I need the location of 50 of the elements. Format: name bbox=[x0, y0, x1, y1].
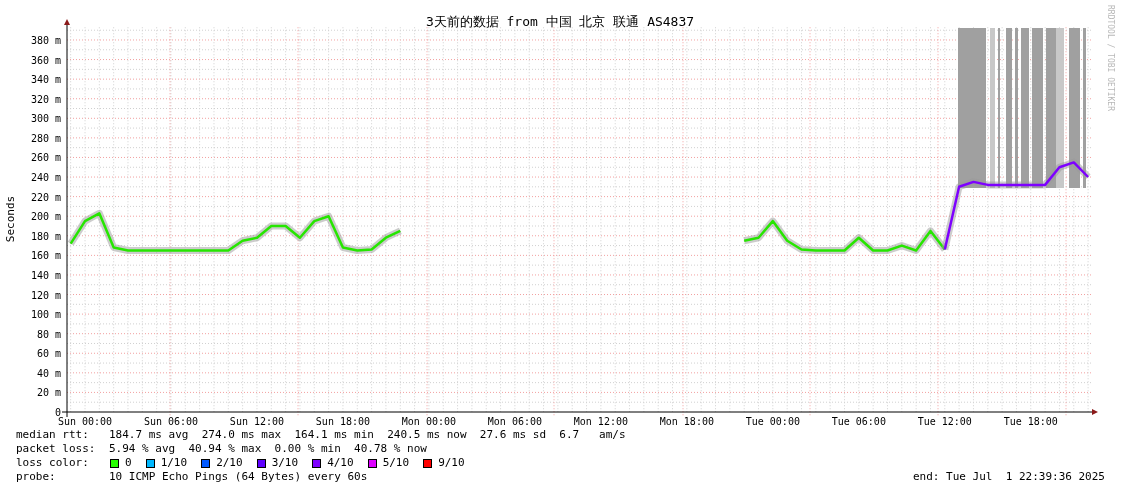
y-tick-label: 340 m bbox=[30, 74, 61, 86]
y-tick-label: 300 m bbox=[30, 113, 61, 125]
y-tick-label: 260 m bbox=[30, 152, 61, 164]
x-tick-label: Tue 00:00 bbox=[745, 416, 800, 427]
legend-label: packet loss: bbox=[16, 442, 97, 456]
x-tick-label: Sun 06:00 bbox=[143, 416, 199, 427]
x-tick-label: Tue 06:00 bbox=[831, 416, 886, 427]
y-tick-label: 120 m bbox=[30, 289, 61, 301]
y-tick-label: 80 m bbox=[36, 328, 61, 340]
legend-label: loss color: bbox=[16, 456, 90, 470]
y-tick-label: 20 m bbox=[36, 387, 61, 399]
legend-value: 5.94 % avg 40.94 % max 0.00 % min 40.78 % now bbox=[109, 442, 427, 456]
legend-item-label: 0 bbox=[125, 456, 132, 470]
y-tick-label: 140 m bbox=[30, 269, 61, 281]
y-tick-label: 0 bbox=[54, 407, 61, 418]
x-tick-label: Mon 12:00 bbox=[573, 416, 628, 427]
end-time-text: end: Tue Jul 1 22:39:36 2025 bbox=[912, 470, 1105, 484]
legend-label: probe: bbox=[16, 470, 57, 484]
y-tick-label: 220 m bbox=[30, 191, 61, 203]
x-tick-label: Sun 18:00 bbox=[315, 416, 371, 427]
legend-item-label: 4/10 bbox=[327, 456, 354, 470]
y-tick-label: 160 m bbox=[30, 250, 61, 262]
legend-item-label: 9/10 bbox=[438, 456, 465, 470]
axis-title: Seconds bbox=[4, 195, 17, 243]
x-tick-label: Sun 12:00 bbox=[229, 416, 285, 427]
y-tick-label: 200 m bbox=[30, 211, 61, 223]
y-tick-label: 380 m bbox=[30, 35, 61, 46]
x-tick-label: Tue 12:00 bbox=[917, 416, 972, 427]
y-tick-label: 60 m bbox=[36, 348, 61, 360]
legend-item-label: 1/10 bbox=[160, 456, 188, 470]
watermark-text: RRDTOOL / TOBI OETIKER bbox=[1106, 5, 1115, 111]
x-tick-label: Mon 18:00 bbox=[659, 416, 714, 427]
y-tick-label: 180 m bbox=[30, 230, 61, 242]
y-tick-label: 320 m bbox=[30, 93, 61, 105]
x-tick-label: Mon 06:00 bbox=[487, 416, 542, 427]
legend-value: 10 ICMP Echo Pings (64 Bytes) every 60s bbox=[109, 470, 369, 484]
x-tick-label: Mon 00:00 bbox=[401, 416, 456, 427]
x-tick-label: Sun 00:00 bbox=[57, 416, 113, 427]
y-tick-label: 280 m bbox=[30, 132, 61, 144]
y-tick-label: 240 m bbox=[30, 172, 61, 184]
chart-title: 3天前的数据 from 中国 北京 联通 AS4837 bbox=[425, 14, 695, 29]
legend-item-label: 2/10 bbox=[216, 456, 243, 470]
y-tick-label: 360 m bbox=[30, 54, 61, 66]
y-tick-label: 100 m bbox=[30, 309, 61, 321]
legend-item-label: 5/10 bbox=[382, 456, 410, 470]
x-tick-label: Tue 18:00 bbox=[1003, 416, 1058, 427]
legend-value: 184.7 ms avg 274.0 ms max 164.1 ms min 240.5 ms now 27.6 ms sd 6.7 am/s bbox=[109, 428, 626, 442]
legend-item-label: 3/10 bbox=[271, 456, 299, 470]
legend-label: median rtt: bbox=[16, 428, 90, 442]
y-tick-label: 40 m bbox=[36, 367, 61, 379]
